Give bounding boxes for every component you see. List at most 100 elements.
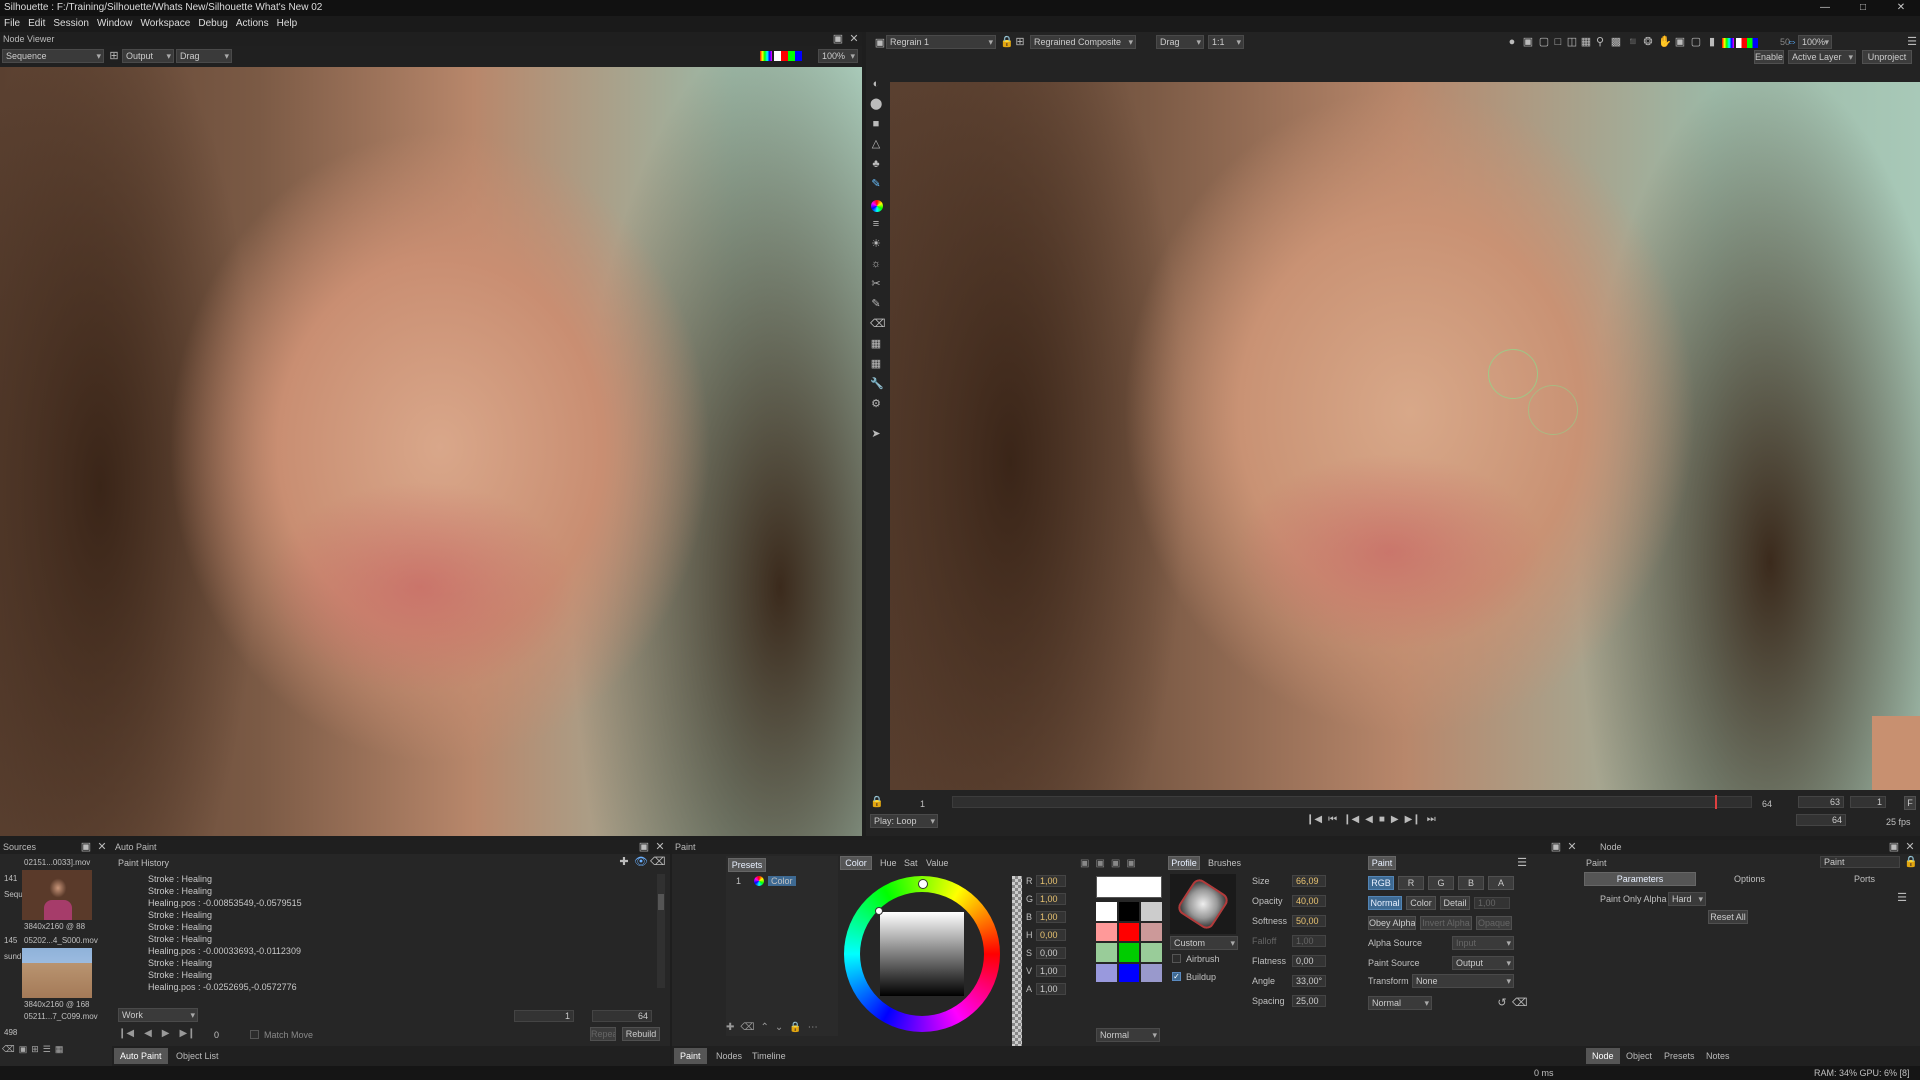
history-line[interactable]: Stroke : Healing: [148, 910, 212, 920]
node-viewer-zoom[interactable]: 100%: [818, 49, 858, 63]
value-square[interactable]: [880, 912, 964, 996]
camera-icon[interactable]: ▣: [1522, 36, 1534, 48]
color-mode-button[interactable]: Color: [1406, 896, 1436, 910]
tab-parameters[interactable]: Parameters: [1584, 872, 1696, 886]
add-icon[interactable]: ⊞: [1014, 36, 1026, 48]
swatch[interactable]: [1118, 902, 1140, 921]
color-tool-icon[interactable]: [871, 200, 883, 212]
swatch[interactable]: [1096, 943, 1117, 962]
enable-button[interactable]: Enable: [1754, 50, 1784, 64]
preset-delete-icon[interactable]: ⌫: [740, 1022, 754, 1034]
next-key-icon[interactable]: ⏭: [1427, 814, 1436, 828]
swatch[interactable]: [1141, 922, 1162, 941]
range-end-field[interactable]: 64: [592, 1010, 652, 1022]
source-2-thumbnail[interactable]: [22, 948, 92, 998]
preset-down-icon[interactable]: ⌄: [775, 1022, 783, 1034]
falloff-field[interactable]: 1,00: [1292, 935, 1326, 947]
expand-icon[interactable]: ◾: [1626, 36, 1640, 48]
channel-swatch-icon[interactable]: [774, 51, 802, 61]
history-list[interactable]: Stroke : Healing Stroke : Healing Healin…: [112, 870, 657, 992]
size-field[interactable]: 66,09: [1292, 875, 1326, 887]
swatch[interactable]: [1096, 963, 1117, 982]
tab-color[interactable]: Color: [840, 856, 872, 870]
ap-first-icon[interactable]: ❙◀: [118, 1028, 134, 1042]
rect-tool-icon[interactable]: ■: [870, 118, 882, 130]
fit-icon[interactable]: ▩: [1610, 36, 1622, 48]
sources-close-icon[interactable]: ✕: [96, 841, 108, 853]
history-line[interactable]: Healing.pos : -0.00853549,-0.0579515: [148, 898, 302, 908]
contrast-tool-icon[interactable]: ◐: [870, 78, 882, 90]
swatch[interactable]: [1141, 902, 1162, 921]
lock-icon[interactable]: 🔒: [1000, 36, 1014, 48]
tab-value[interactable]: Value: [926, 858, 948, 868]
smear-tool-icon[interactable]: ✎: [870, 298, 882, 310]
node-name-field[interactable]: Paint: [1820, 856, 1900, 868]
detail-mode-button[interactable]: Detail: [1440, 896, 1470, 910]
mode-dropdown[interactable]: Normal: [1368, 996, 1432, 1010]
menu-debug[interactable]: Debug: [194, 16, 231, 32]
history-scrollbar[interactable]: [657, 874, 665, 988]
menu-window[interactable]: Window: [93, 16, 137, 32]
alpha-source-dropdown[interactable]: Input: [1452, 936, 1514, 950]
tab-ports[interactable]: Ports: [1854, 874, 1875, 884]
ap-prev-icon[interactable]: ◀: [144, 1028, 152, 1042]
node-panel-undock-icon[interactable]: ▣: [1888, 841, 1900, 853]
swatch[interactable]: [1118, 922, 1140, 941]
reset-icon[interactable]: ↺: [1496, 997, 1508, 1009]
opacity-field[interactable]: 40,00: [1292, 895, 1326, 907]
in-point-field[interactable]: 63: [1798, 796, 1844, 808]
out-point-field[interactable]: 1: [1850, 796, 1886, 808]
viewer-channel-icon[interactable]: [1736, 38, 1758, 48]
overlay-icon[interactable]: ▣: [1674, 36, 1686, 48]
node-panel-close-icon[interactable]: ✕: [1904, 841, 1916, 853]
detail-field[interactable]: 1,00: [1474, 897, 1510, 909]
tab-presets[interactable]: Presets: [1658, 1048, 1701, 1064]
rgb-button[interactable]: RGB: [1368, 876, 1394, 890]
wrench-tool-icon[interactable]: 🔧: [870, 378, 884, 390]
r-button[interactable]: R: [1398, 876, 1424, 890]
b-button[interactable]: B: [1458, 876, 1484, 890]
history-line[interactable]: Healing.pos : -0.0252695,-0.0572776: [148, 982, 297, 992]
work-dropdown[interactable]: Work: [118, 1008, 198, 1022]
maximize-button[interactable]: □: [1844, 0, 1882, 16]
hand-icon[interactable]: ✋: [1658, 36, 1672, 48]
layout-3-icon[interactable]: ◫: [1566, 36, 1578, 48]
play-back-icon[interactable]: ◀: [1365, 814, 1373, 828]
a-button[interactable]: A: [1488, 876, 1514, 890]
grid-view-icon[interactable]: ▦: [55, 1044, 64, 1058]
match-move-checkbox[interactable]: [250, 1030, 259, 1039]
frame-mode-button[interactable]: F: [1904, 796, 1916, 810]
step-back-icon[interactable]: ❙◀: [1343, 814, 1359, 828]
history-line[interactable]: Stroke : Healing: [148, 934, 212, 944]
preset-add-icon[interactable]: ✚: [726, 1022, 734, 1034]
erase-tool-icon[interactable]: ⌫: [870, 318, 886, 330]
node-lock-icon[interactable]: 🔒: [1904, 856, 1918, 868]
play-mode-dropdown[interactable]: Play: Loop: [870, 814, 938, 828]
fit-width-icon[interactable]: ⇔: [1786, 36, 1798, 48]
grain-tool-icon[interactable]: ▦: [870, 338, 882, 350]
chan-v-field[interactable]: 1,00: [1036, 965, 1066, 977]
source-1-thumbnail[interactable]: [22, 870, 92, 920]
sequence-dropdown[interactable]: Sequence: [2, 49, 104, 63]
light-tool-icon[interactable]: ☼: [870, 258, 882, 270]
prev-key-icon[interactable]: ⏮: [1328, 814, 1337, 828]
timeline-lock-icon[interactable]: 🔒: [870, 796, 884, 808]
tab-object[interactable]: Object: [1620, 1048, 1658, 1064]
close-button[interactable]: ✕: [1882, 0, 1920, 16]
alpha-slider[interactable]: [1012, 876, 1022, 1046]
opaque-button[interactable]: Opaque: [1476, 916, 1512, 930]
hard-dropdown[interactable]: Hard: [1668, 892, 1706, 906]
import-icon[interactable]: ⊞: [31, 1044, 39, 1058]
ap-last-icon[interactable]: ▶❙: [179, 1028, 195, 1042]
node-menu-icon[interactable]: ☰: [1896, 892, 1908, 904]
tab-notes[interactable]: Notes: [1700, 1048, 1736, 1064]
history-line[interactable]: Stroke : Healing: [148, 958, 212, 968]
range-start-field[interactable]: 1: [514, 1010, 574, 1022]
tab-options[interactable]: Options: [1734, 874, 1765, 884]
stop-icon[interactable]: ■: [1379, 814, 1385, 828]
paint-trash-icon[interactable]: ⌫: [1512, 997, 1528, 1009]
ratio-dropdown[interactable]: 1:1: [1208, 35, 1244, 49]
output-dropdown[interactable]: Output: [122, 49, 174, 63]
value-handle[interactable]: [875, 907, 883, 915]
zoom-icon[interactable]: ⚲: [1594, 36, 1606, 48]
